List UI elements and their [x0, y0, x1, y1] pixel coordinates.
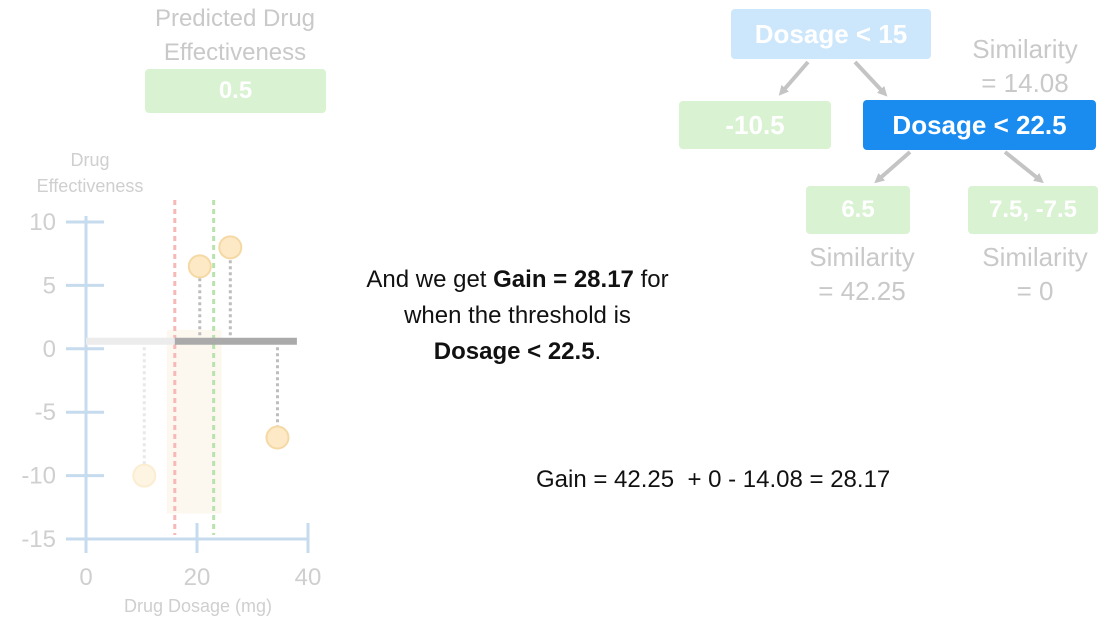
arrow-right-right: [1003, 150, 1044, 184]
x-tick-label: 20: [184, 564, 211, 591]
root-similarity-label: Similarity: [972, 34, 1078, 64]
narration-line1: And we get Gain = 28.17 for: [320, 262, 715, 298]
right-left-similarity-label: Similarity: [809, 242, 915, 272]
right-right-similarity-label: Similarity: [982, 242, 1088, 272]
tree-left-leaf: -10.5: [679, 101, 831, 149]
arrow-root-right: [853, 60, 888, 97]
narration-period: .: [594, 338, 602, 365]
tree-right-left-leaf: 6.5: [806, 186, 910, 234]
narration-line2: when the threshold is: [404, 302, 631, 329]
right-right-similarity-value: = 0: [1016, 276, 1054, 306]
data-point: [265, 425, 290, 450]
y-tick-label: 0: [43, 336, 56, 363]
tree-arrows: [778, 60, 1044, 184]
root-similarity: Similarity = 14.08: [950, 32, 1100, 100]
x-tick-label: 40: [295, 564, 322, 591]
right-left-similarity-value: = 42.25: [818, 276, 906, 306]
right-left-similarity: Similarity = 42.25: [790, 240, 934, 308]
narration-part2: for: [633, 266, 669, 293]
narration-line3: Dosage < 22.5.: [320, 334, 715, 370]
tree-right-node: Dosage < 22.5: [863, 100, 1096, 150]
narration-text: And we get Gain = 28.17 for when the thr…: [320, 262, 715, 370]
tree-right-right-leaf: 7.5, -7.5: [968, 186, 1098, 234]
y-tick-label: -15: [21, 526, 56, 553]
y-tick-label: -5: [35, 399, 56, 426]
arrow-right-left: [874, 150, 912, 184]
data-point: [132, 463, 157, 488]
narration-threshold: Dosage < 22.5: [433, 338, 595, 365]
narration-part1: And we get: [366, 266, 494, 293]
x-tick-label: 0: [79, 564, 92, 591]
right-right-similarity: Similarity = 0: [960, 240, 1110, 308]
root-similarity-value: = 14.08: [981, 68, 1069, 98]
arrow-root-left: [778, 60, 810, 96]
y-tick-label: -10: [21, 463, 56, 490]
tree-root-node: Dosage < 15: [731, 9, 931, 59]
x-axis-label: Drug Dosage (mg): [124, 596, 272, 616]
narration-gain: Gain = 28.17: [493, 266, 634, 293]
gain-equation: Gain = 42.25 + 0 - 14.08 = 28.17: [536, 466, 891, 493]
